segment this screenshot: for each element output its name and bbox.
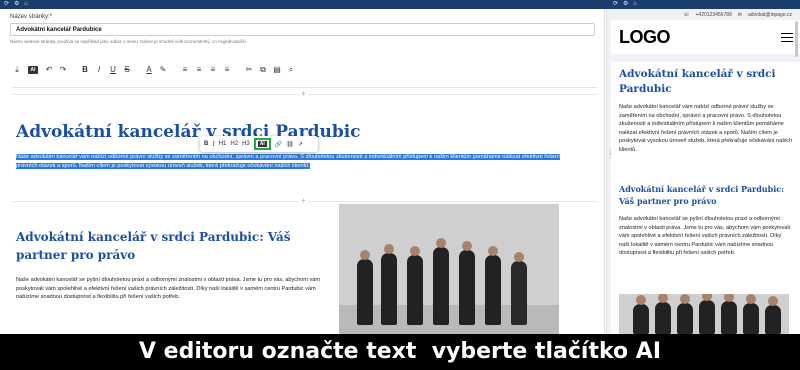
text-color-icon[interactable]: A: [142, 63, 156, 77]
preview-panel: ☏ +420123456789 ✉ advokat@inpage.cz LOGO…: [611, 9, 800, 334]
align-left-icon[interactable]: ≡: [178, 63, 192, 77]
team-photo[interactable]: [339, 204, 559, 334]
page-name-input[interactable]: Advokátní kancelář Pardubice: [10, 23, 595, 36]
phone-number[interactable]: +420123456789: [696, 12, 732, 18]
refresh-icon[interactable]: ⟳: [4, 1, 9, 8]
redo-icon[interactable]: ↷: [56, 63, 70, 77]
logo[interactable]: LOGO: [619, 27, 671, 48]
person-figure: [511, 252, 527, 325]
person-figure: [677, 294, 693, 334]
strikethrough-icon[interactable]: S: [120, 63, 134, 77]
open-link-icon[interactable]: ↗: [298, 141, 303, 148]
download-icon[interactable]: ⤓: [10, 63, 24, 77]
editor-canvas[interactable]: + Advokátní kancelář v srdci Pardubic Na…: [12, 87, 597, 334]
preview-scrollbar[interactable]: [795, 21, 798, 57]
editor-paragraph2[interactable]: Naše advokátní kancelář se pyšní dlouhol…: [16, 276, 326, 302]
italic-icon[interactable]: I: [92, 63, 106, 77]
phone-icon: ☏: [683, 11, 690, 18]
home-icon[interactable]: ⌂: [24, 1, 28, 8]
bubble-italic-button[interactable]: I: [212, 141, 214, 148]
settings-icon[interactable]: ⚙: [623, 1, 628, 8]
align-justify-icon[interactable]: ≡: [220, 63, 234, 77]
copy-icon[interactable]: ⧉: [256, 63, 270, 77]
align-right-icon[interactable]: ≡: [206, 63, 220, 77]
contact-bar: ☏ +420123456789 ✉ advokat@inpage.cz: [611, 9, 800, 20]
selected-paragraph[interactable]: Naše advokátní kancelář vám nabízí odbor…: [16, 153, 581, 171]
search-icon[interactable]: ⌕: [284, 63, 298, 77]
preview-heading: Advokátní kancelář v srdci Pardubic: [619, 68, 776, 95]
undo-icon[interactable]: ↶: [42, 63, 56, 77]
person-figure: [655, 294, 671, 334]
page-name-help: Název webové stránky, používá se napříkl…: [10, 39, 248, 44]
preview-paragraph1: Naše advokátní kancelář vám nabízí odbor…: [619, 104, 793, 153]
editor-panel: Název stránky:* Advokátní kancelář Pardu…: [0, 9, 605, 342]
cut-icon[interactable]: ✂: [242, 63, 256, 77]
bubble-h3-button[interactable]: H3: [242, 141, 250, 147]
bubble-h1-button[interactable]: H1: [219, 141, 227, 147]
editor-heading2[interactable]: Advokátní kancelář v srdci Pardubic: Váš…: [16, 228, 316, 264]
bold-icon[interactable]: B: [78, 63, 92, 77]
add-section-icon[interactable]: +: [299, 90, 308, 98]
refresh-icon[interactable]: ⟳: [613, 1, 618, 8]
add-section-icon[interactable]: +: [299, 197, 308, 205]
underline-icon[interactable]: U: [106, 63, 120, 77]
person-figure: [381, 244, 397, 325]
preview-heading2: Advokátní kancelář v srdci Pardubic: Váš…: [619, 184, 785, 206]
top-bar: ⟳ ⚙ ⌂ ⟳ ⚙ ⌂: [0, 0, 800, 9]
person-figure: [765, 296, 781, 334]
instruction-caption: V editoru označte text vyberte tlačítko …: [0, 334, 800, 370]
bubble-h2-button[interactable]: H2: [230, 141, 238, 147]
preview-paragraph2: Naše advokátní kancelář se pyšní dlouhol…: [619, 216, 790, 257]
person-figure: [633, 295, 649, 334]
unlink-icon[interactable]: ⛓: [286, 141, 294, 148]
person-figure: [699, 294, 715, 334]
menu-icon[interactable]: [781, 33, 793, 42]
bubble-ai-button[interactable]: AI: [253, 138, 271, 150]
floating-format-toolbar: B I H1 H2 H3 AI 🔗 ⛓ ↗: [200, 136, 318, 152]
person-figure: [433, 238, 449, 325]
link-icon[interactable]: 🔗: [275, 141, 282, 148]
email-address[interactable]: advokat@inpage.cz: [748, 12, 792, 18]
header-band: [611, 54, 800, 62]
preview-team-photo: [619, 294, 789, 334]
home-icon[interactable]: ⌂: [633, 1, 637, 8]
highlight-icon[interactable]: ✎: [156, 63, 170, 77]
toolbar-ai-button[interactable]: AI: [28, 66, 38, 74]
paste-icon[interactable]: ▤: [270, 63, 284, 77]
person-figure: [485, 246, 501, 325]
editor-toolbar: ⤓ AI ↶ ↷ B I U S A ✎ ≡ ≡ ≡ ≡ ✂ ⧉ ▤ ⌕: [10, 63, 595, 77]
settings-icon[interactable]: ⚙: [14, 1, 19, 8]
bubble-bold-button[interactable]: B: [204, 141, 208, 147]
person-figure: [357, 250, 373, 325]
email-icon: ✉: [737, 11, 742, 18]
person-figure: [459, 241, 475, 325]
person-figure: [407, 246, 423, 325]
person-figure: [743, 294, 759, 334]
align-center-icon[interactable]: ≡: [192, 63, 206, 77]
page-name-label: Název stránky:*: [10, 14, 53, 20]
person-figure: [721, 294, 737, 334]
